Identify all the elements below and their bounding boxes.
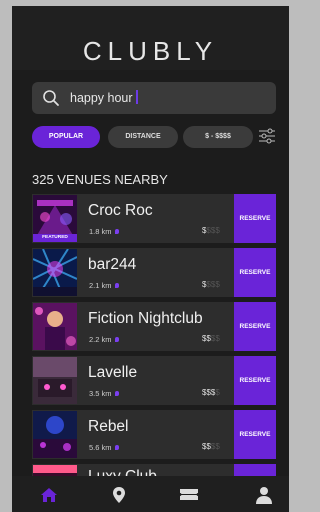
venue-price: $$$$ (202, 334, 220, 343)
location-pin-icon (114, 391, 119, 396)
venue-thumbnail (33, 303, 77, 350)
venue-price: $$$$ (202, 226, 220, 235)
app-header: CLUBLY (12, 6, 289, 70)
filter-bar: POPULAR DISTANCE $ - $$$$ (32, 126, 284, 150)
results-count: 325 VENUES NEARBY (32, 172, 168, 187)
app-screen: CLUBLY happy hour POPULAR DISTANCE $ - $… (12, 6, 289, 512)
app-logo: CLUBLY (82, 36, 219, 66)
filter-settings-icon[interactable] (258, 127, 276, 145)
venue-name: Lavelle (88, 364, 138, 381)
reserve-button[interactable]: RESERVE (234, 410, 276, 459)
reserve-button[interactable]: RESERVE (234, 194, 276, 243)
location-pin-icon (114, 337, 119, 342)
venue-row[interactable]: Fiction Nightclub 2.2 km $$$$ RESERVE (32, 302, 276, 351)
venue-price: $$$$ (202, 388, 220, 397)
venue-name: Fiction Nightclub (88, 310, 203, 327)
venue-thumbnail (33, 411, 77, 458)
search-input[interactable]: happy hour (70, 90, 138, 105)
tickets-icon[interactable] (179, 485, 199, 505)
search-field[interactable]: happy hour (32, 82, 276, 114)
search-icon (43, 90, 59, 106)
venue-row[interactable]: Lavelle 3.5 km $$$$ RESERVE (32, 356, 276, 405)
venue-list: FEATURED Croc Roc 1.8 km $$$$ RESERVE ba… (32, 192, 276, 478)
venue-thumbnail (33, 249, 77, 296)
search-value: happy hour (70, 91, 133, 105)
text-cursor (135, 90, 138, 104)
venue-name: Croc Roc (88, 202, 153, 219)
location-pin-icon (114, 445, 119, 450)
location-pin-icon (114, 229, 119, 234)
venue-price: $$$$ (202, 280, 220, 289)
venue-row[interactable]: Rebel 5.6 km $$$$ RESERVE (32, 410, 276, 459)
venue-distance: 3.5 km (89, 389, 119, 398)
reserve-button[interactable]: RESERVE (234, 356, 276, 405)
featured-badge: FEATURED (33, 234, 77, 242)
filter-popular[interactable]: POPULAR (32, 126, 100, 148)
home-icon[interactable] (39, 485, 59, 505)
venue-distance: 2.2 km (89, 335, 119, 344)
venue-distance: 1.8 km (89, 227, 119, 236)
venue-name: Rebel (88, 418, 129, 435)
location-pin-icon[interactable] (109, 485, 129, 505)
venue-price: $$$$ (202, 442, 220, 451)
location-pin-icon (114, 283, 119, 288)
venue-thumbnail (33, 357, 77, 404)
venue-distance: 5.6 km (89, 443, 119, 452)
venue-name: bar244 (88, 256, 137, 273)
venue-distance: 2.1 km (89, 281, 119, 290)
filter-distance[interactable]: DISTANCE (108, 126, 178, 148)
venue-row[interactable]: FEATURED Croc Roc 1.8 km $$$$ RESERVE (32, 194, 276, 243)
reserve-button[interactable]: RESERVE (234, 302, 276, 351)
reserve-button[interactable]: RESERVE (234, 248, 276, 297)
bottom-nav (12, 476, 289, 512)
venue-row[interactable]: bar244 2.1 km $$$$ RESERVE (32, 248, 276, 297)
profile-icon[interactable] (254, 485, 274, 505)
filter-price[interactable]: $ - $$$$ (183, 126, 253, 148)
